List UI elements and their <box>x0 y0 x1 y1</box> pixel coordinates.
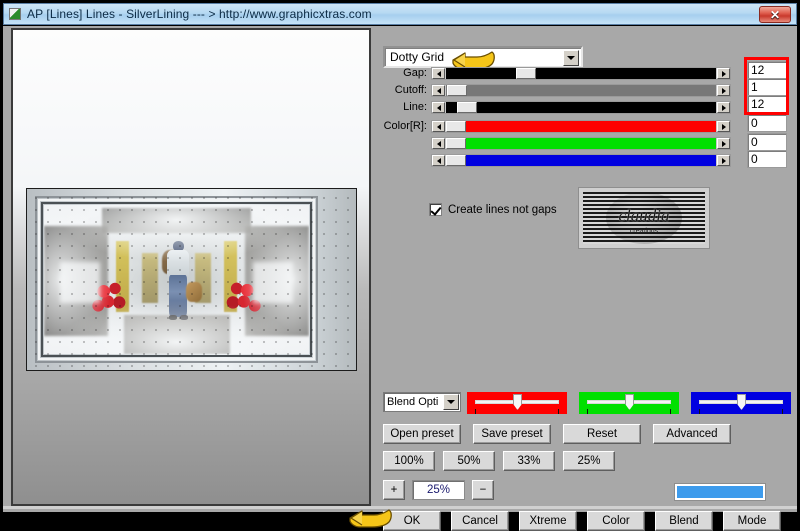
gap-slider-right-arrow[interactable] <box>717 68 730 79</box>
dotty-grid-overlay <box>27 189 356 370</box>
color-g-value-field[interactable]: 0 <box>747 133 787 151</box>
color-r-slider-thumb[interactable] <box>446 121 466 132</box>
create-lines-checkbox-label: Create lines not gaps <box>448 203 557 216</box>
color-b-slider[interactable] <box>431 154 731 167</box>
line-slider[interactable] <box>431 101 731 114</box>
close-icon[interactable]: ✕ <box>759 6 791 23</box>
create-lines-checkbox-row[interactable]: Create lines not gaps <box>429 203 557 216</box>
application-window: AP [Lines] Lines - SilverLining --- > ht… <box>0 0 800 531</box>
zoom-50-button[interactable]: 50% <box>443 451 495 471</box>
cutoff-slider-left-arrow[interactable] <box>432 85 445 96</box>
color-r-slider-fill <box>466 121 716 132</box>
green-trackbar[interactable] <box>579 392 679 414</box>
red-trackbar[interactable] <box>467 392 567 414</box>
blend-option-dropdown[interactable]: Blend Opti <box>383 392 461 412</box>
cutoff-slider-right-arrow[interactable] <box>717 85 730 96</box>
zoom-100-button[interactable]: 100% <box>383 451 435 471</box>
preset-selected-label: Dotty Grid <box>390 50 445 64</box>
app-icon <box>9 8 21 20</box>
bottom-divider <box>3 506 797 509</box>
pointing-hand-icon <box>348 506 392 528</box>
chevron-down-icon[interactable] <box>563 50 579 66</box>
preview-pane[interactable] <box>11 28 371 506</box>
cutoff-slider-thumb[interactable] <box>447 85 467 96</box>
gap-slider-fill <box>446 68 716 79</box>
color-g-slider[interactable] <box>431 137 731 150</box>
reset-button[interactable]: Reset <box>563 424 641 444</box>
color-g-slider-thumb[interactable] <box>446 138 466 149</box>
slider-row-color-g <box>375 136 793 151</box>
blue-trackbar[interactable] <box>691 392 791 414</box>
preset-dropdown[interactable]: Dotty Grid <box>383 46 583 68</box>
cutoff-value-field[interactable]: 1 <box>747 78 787 96</box>
line-slider-fill <box>446 102 716 113</box>
preview-image-frame <box>26 188 357 371</box>
save-preset-button[interactable]: Save preset <box>473 424 551 444</box>
color-b-slider-thumb[interactable] <box>446 155 466 166</box>
controls-pane: Dotty Grid Gap: Cutoff: Line: Color[R]: … <box>375 28 793 531</box>
gap-slider-thumb[interactable] <box>516 68 536 79</box>
slider-label-cutoff: Cutoff: <box>394 84 427 96</box>
chevron-down-icon[interactable] <box>443 394 459 410</box>
line-slider-right-arrow[interactable] <box>717 102 730 113</box>
check-icon[interactable] <box>429 203 442 216</box>
title-bar: AP [Lines] Lines - SilverLining --- > ht… <box>3 3 797 25</box>
zoom-level-field[interactable]: 25% <box>412 480 465 500</box>
mode-button[interactable]: Mode <box>723 511 781 531</box>
color-g-slider-left-arrow[interactable] <box>432 138 445 149</box>
client-area: Dotty Grid Gap: Cutoff: Line: Color[R]: … <box>3 26 797 531</box>
zoom-33-button[interactable]: 33% <box>503 451 555 471</box>
open-preset-button[interactable]: Open preset <box>383 424 461 444</box>
green-trackbar-thumb[interactable] <box>625 394 634 410</box>
watermark-text: claudia <box>618 206 670 225</box>
cutoff-slider-fill <box>446 85 716 96</box>
slider-row-cutoff: Cutoff: <box>375 83 793 98</box>
slider-row-color-r: Color[R]: <box>375 119 793 134</box>
slider-label-gap: Gap: <box>403 67 427 79</box>
color-r-slider[interactable] <box>431 120 731 133</box>
color-r-slider-right-arrow[interactable] <box>717 121 730 132</box>
color-b-slider-right-arrow[interactable] <box>717 155 730 166</box>
color-g-slider-right-arrow[interactable] <box>717 138 730 149</box>
color-b-value-field[interactable]: 0 <box>747 150 787 168</box>
zoom-25-button[interactable]: 25% <box>563 451 615 471</box>
color-button[interactable]: Color <box>587 511 645 531</box>
slider-row-line: Line: <box>375 100 793 115</box>
zoom-in-button[interactable]: + <box>383 480 405 500</box>
color-r-value-field[interactable]: 0 <box>747 114 787 132</box>
slider-row-color-b <box>375 153 793 168</box>
line-value-field[interactable]: 12 <box>747 95 787 113</box>
color-b-slider-left-arrow[interactable] <box>432 155 445 166</box>
line-slider-thumb[interactable] <box>457 102 477 113</box>
gap-slider[interactable] <box>431 67 731 80</box>
color-swatch[interactable] <box>674 483 766 501</box>
cancel-button[interactable]: Cancel <box>451 511 509 531</box>
watermark-logo: claudia creations <box>578 187 710 249</box>
slider-row-gap: Gap: <box>375 66 793 81</box>
blend-option-selected-label: Blend Opti <box>387 396 439 408</box>
window-title: AP [Lines] Lines - SilverLining --- > ht… <box>27 7 372 21</box>
gap-slider-left-arrow[interactable] <box>432 68 445 79</box>
line-slider-left-arrow[interactable] <box>432 102 445 113</box>
ok-button[interactable]: OK <box>383 511 441 531</box>
slider-label-color-r: Color[R]: <box>383 120 427 132</box>
slider-label-line: Line: <box>403 101 427 113</box>
advanced-button[interactable]: Advanced <box>653 424 731 444</box>
color-b-slider-fill <box>466 155 716 166</box>
blue-trackbar-thumb[interactable] <box>737 394 746 410</box>
zoom-out-button[interactable]: − <box>472 480 494 500</box>
cutoff-slider[interactable] <box>431 84 731 97</box>
xtreme-button[interactable]: Xtreme <box>519 511 577 531</box>
blend-button[interactable]: Blend <box>655 511 713 531</box>
color-g-slider-fill <box>466 138 716 149</box>
red-trackbar-thumb[interactable] <box>513 394 522 410</box>
watermark-subtext: creations <box>629 228 659 235</box>
gap-value-field[interactable]: 12 <box>747 61 787 79</box>
color-r-slider-left-arrow[interactable] <box>432 121 445 132</box>
